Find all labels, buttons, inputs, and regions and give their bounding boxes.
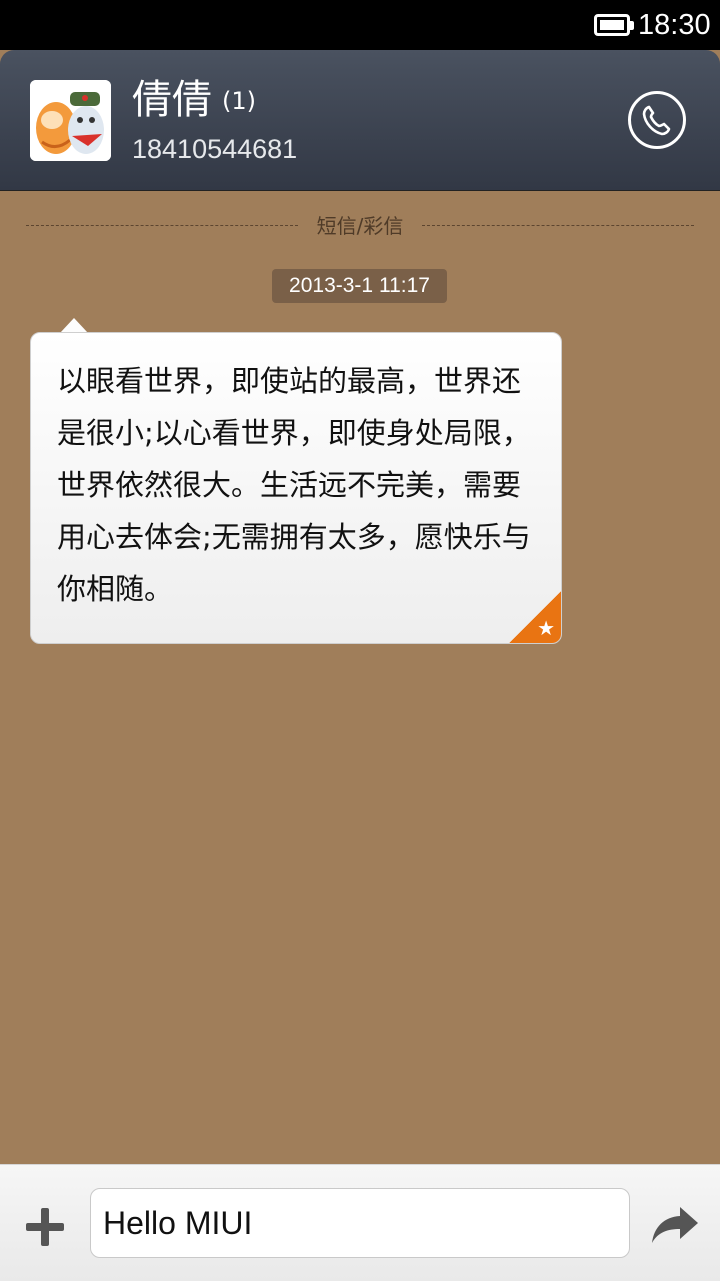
send-arrow-icon — [652, 1207, 698, 1243]
message-type-divider: 短信/彩信 — [26, 212, 694, 240]
message-timestamp: 2013-3-1 11:17 — [272, 269, 447, 303]
status-bar: 18:30 — [0, 0, 720, 50]
phone-icon — [642, 105, 671, 136]
contact-name[interactable]: 倩倩 — [132, 76, 212, 124]
avatar-image — [30, 80, 111, 161]
star-icon: ★ — [537, 616, 555, 640]
bubble-tail — [60, 318, 88, 333]
contact-phone-number: 18410544681 — [132, 134, 298, 164]
message-input[interactable]: Hello MIUI — [90, 1188, 630, 1258]
message-count: (1) — [222, 87, 256, 115]
composer-bar: Hello MIUI — [0, 1164, 720, 1281]
favorite-corner[interactable]: ★ — [509, 591, 561, 643]
conversation-header: 倩倩 (1) 18410544681 — [0, 50, 720, 190]
add-attachment-button[interactable] — [24, 1206, 66, 1248]
status-time: 18:30 — [638, 9, 711, 41]
contact-avatar[interactable] — [30, 80, 111, 161]
divider-label: 短信/彩信 — [316, 214, 404, 238]
call-button[interactable] — [628, 91, 686, 149]
message-text: 以眼看世界，即使站的最高，世界还是很小;以心看世界，即使身处局限，世界依然很大。… — [57, 364, 531, 606]
send-button[interactable] — [650, 1205, 700, 1245]
message-bubble[interactable]: 以眼看世界，即使站的最高，世界还是很小;以心看世界，即使身处局限，世界依然很大。… — [30, 332, 562, 644]
battery-icon — [594, 14, 634, 36]
plus-icon — [26, 1208, 64, 1246]
